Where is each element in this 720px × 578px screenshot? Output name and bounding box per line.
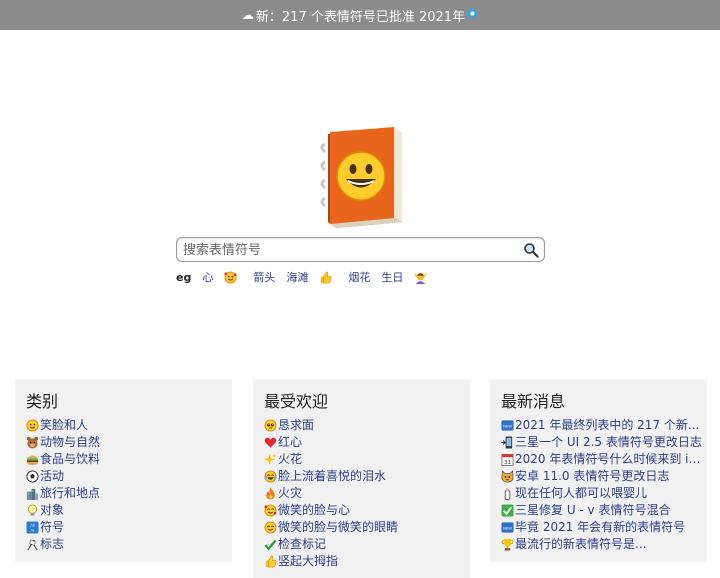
search-icon[interactable] bbox=[523, 242, 539, 258]
light-bulb-icon bbox=[27, 504, 38, 516]
popular-sparkles[interactable]: 火花 bbox=[264, 451, 470, 468]
smiley-face-icon bbox=[26, 419, 39, 432]
svg-text:NEW: NEW bbox=[503, 424, 512, 428]
popular-check-mark[interactable]: 检查标记 bbox=[264, 536, 470, 553]
person-gesturing-icon[interactable] bbox=[414, 271, 427, 284]
new-button-icon: NEW bbox=[501, 522, 514, 533]
example-arrow[interactable]: 箭头 bbox=[253, 269, 275, 285]
svg-text:NEW: NEW bbox=[503, 526, 512, 530]
category-objects[interactable]: 对象 bbox=[26, 502, 232, 519]
sparkles-icon bbox=[264, 453, 277, 466]
search-examples: eg 心 箭头 海滩 烟花 生日 bbox=[176, 269, 443, 285]
latest-news-heading: 最新消息 bbox=[501, 392, 566, 411]
svg-text:%: % bbox=[31, 529, 35, 533]
categories-heading: 类别 bbox=[26, 392, 59, 411]
news-item-3[interactable]: 31 2020 年表情符号什么时候来到 ip... bbox=[501, 451, 707, 468]
popular-heading: 最受欢迎 bbox=[264, 392, 329, 411]
baby-bottle-icon bbox=[504, 487, 511, 500]
examples-prefix: eg bbox=[176, 270, 192, 284]
hamburger-icon bbox=[26, 455, 39, 466]
category-activities[interactable]: 活动 bbox=[26, 468, 232, 485]
popular-panel: 最受欢迎 恳求面 红心 火花 脸上流着喜悦的泪水 火灾 微笑的脸与心 微笑的脸与… bbox=[253, 379, 470, 578]
input-symbols-icon: ♪&% bbox=[26, 521, 39, 534]
emoji-search-box[interactable] bbox=[176, 237, 545, 262]
svg-text:31: 31 bbox=[504, 460, 512, 466]
example-beach[interactable]: 海滩 bbox=[286, 269, 308, 285]
popular-tears-of-joy[interactable]: 脸上流着喜悦的泪水 bbox=[264, 468, 470, 485]
red-heart-icon bbox=[264, 437, 277, 448]
thumbs-up-icon bbox=[265, 555, 277, 568]
example-birthday[interactable]: 生日 bbox=[381, 269, 403, 285]
category-flags[interactable]: 标志 bbox=[26, 536, 232, 553]
popular-pleading-face[interactable]: 恳求面 bbox=[264, 417, 470, 434]
face-with-tears-of-joy-icon bbox=[264, 470, 277, 483]
check-mark-icon bbox=[264, 539, 277, 551]
popular-red-heart[interactable]: 红心 bbox=[264, 434, 470, 451]
cat-face-icon bbox=[501, 470, 514, 483]
popular-thumbs-up[interactable]: 竖起大拇指 bbox=[264, 553, 470, 570]
smiling-face-with-smiling-eyes-icon bbox=[264, 521, 277, 534]
crossed-flags-icon bbox=[27, 539, 38, 551]
news-item-8[interactable]: 最流行的新表情符号是... bbox=[501, 536, 707, 553]
example-heart[interactable]: 心 bbox=[202, 269, 213, 285]
bear-face-icon bbox=[26, 436, 39, 449]
emojipedia-book-logo-icon[interactable] bbox=[314, 126, 406, 230]
example-fireworks[interactable]: 烟花 bbox=[348, 269, 370, 285]
pleading-face-icon bbox=[264, 419, 277, 432]
latest-news-panel: 最新消息 NEW 2021 年最终列表中的 217 个新... 三星一个 UI … bbox=[490, 379, 707, 562]
news-item-5[interactable]: 现在任何人都可以喂婴儿 bbox=[501, 485, 707, 502]
category-smileys-people[interactable]: 笑脸和人 bbox=[26, 417, 232, 434]
thumbs-up-icon[interactable] bbox=[319, 271, 332, 284]
category-travel-places[interactable]: 旅行和地点 bbox=[26, 485, 232, 502]
sparkle-badge-icon bbox=[467, 8, 478, 22]
news-item-6[interactable]: 三星修复 U - v 表情符号混合 bbox=[501, 502, 707, 519]
fire-icon bbox=[266, 487, 275, 500]
calendar-icon: 31 bbox=[501, 453, 514, 466]
announcement-text[interactable]: 新：217 个表情符号已批准 2021年 bbox=[256, 6, 465, 25]
search-input[interactable] bbox=[181, 240, 515, 261]
popular-fire[interactable]: 火灾 bbox=[264, 485, 470, 502]
smiling-face-with-hearts-icon bbox=[264, 504, 277, 517]
city-buildings-icon bbox=[26, 488, 39, 500]
category-food-drink[interactable]: 食品与饮料 bbox=[26, 451, 232, 468]
popular-smiling-face-with-hearts[interactable]: 微笑的脸与心 bbox=[264, 502, 470, 519]
news-item-7[interactable]: NEW 毕竟 2021 年会有新的表情符号 bbox=[501, 519, 707, 536]
cloud-icon: ☁ bbox=[241, 8, 254, 22]
new-button-icon: NEW bbox=[501, 420, 514, 431]
news-item-4[interactable]: 安卓 11.0 表情符号更改日志 bbox=[501, 468, 707, 485]
mobile-phone-arrow-icon bbox=[501, 436, 513, 449]
category-animals-nature[interactable]: 动物与自然 bbox=[26, 434, 232, 451]
news-item-1[interactable]: NEW 2021 年最终列表中的 217 个新... bbox=[501, 417, 707, 434]
svg-text:♪&: ♪& bbox=[30, 524, 35, 528]
announcement-banner[interactable]: ☁ 新：217 个表情符号已批准 2021年 bbox=[0, 0, 720, 30]
news-item-2[interactable]: 三星一个 UI 2.5 表情符号更改日志 bbox=[501, 434, 707, 451]
soccer-ball-icon bbox=[26, 470, 39, 483]
category-symbols[interactable]: ♪&% 符号 bbox=[26, 519, 232, 536]
check-mark-button-icon bbox=[501, 504, 514, 517]
categories-panel: 类别 笑脸和人 动物与自然 食品与饮料 活动 旅行和地点 对象 ♪&% 符号 标… bbox=[15, 379, 232, 562]
smiling-face-with-hearts-icon[interactable] bbox=[224, 270, 237, 284]
popular-smiling-eyes[interactable]: 微笑的脸与微笑的眼睛 bbox=[264, 519, 470, 536]
trophy-icon bbox=[501, 538, 514, 551]
